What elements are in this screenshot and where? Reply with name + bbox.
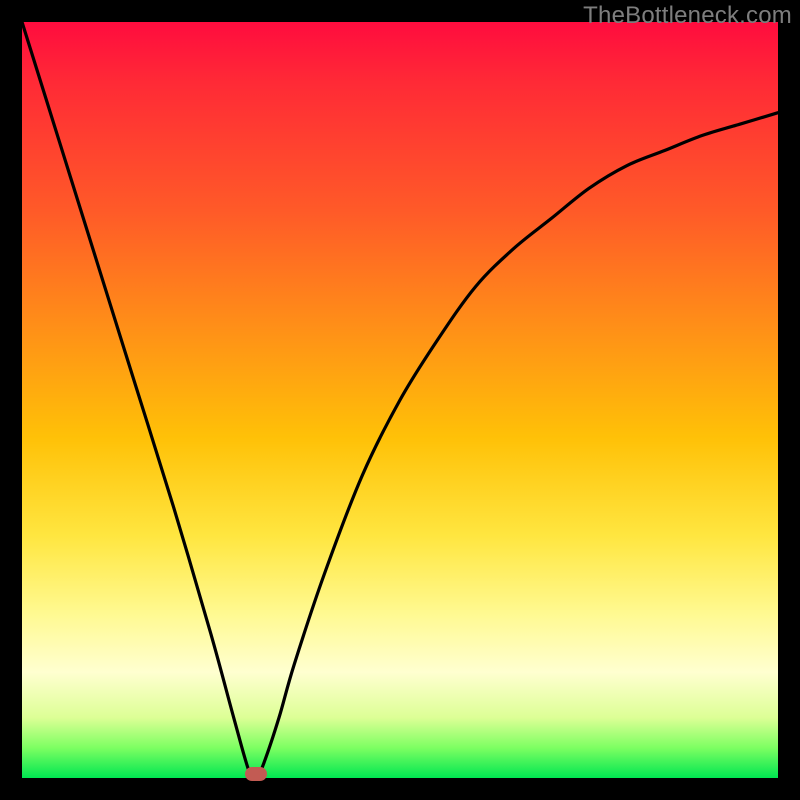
plot-area	[22, 22, 778, 778]
watermark-text: TheBottleneck.com	[583, 2, 792, 30]
bottleneck-curve	[22, 22, 778, 778]
chart-frame: TheBottleneck.com	[0, 0, 800, 800]
optimal-point-marker	[245, 767, 267, 781]
